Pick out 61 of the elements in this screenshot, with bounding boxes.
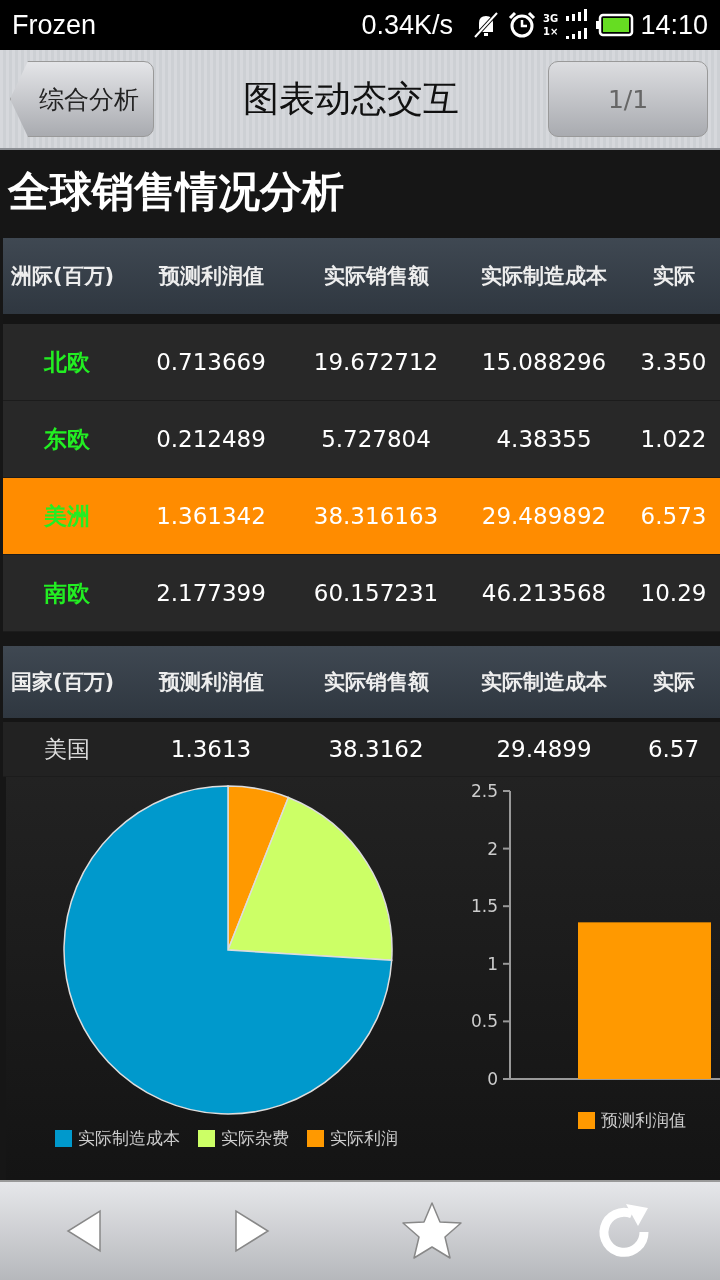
network-type: 3G <box>543 12 559 25</box>
star-icon <box>400 1200 464 1262</box>
column-header: 预测利润值 <box>157 669 265 696</box>
axis-tick-label: 0.5 <box>470 1011 498 1032</box>
column-header: 实际制造成本 <box>480 669 608 696</box>
column-header: 实际 <box>651 669 696 696</box>
axis-tick-label: 1 <box>487 953 498 974</box>
battery-icon <box>596 13 635 37</box>
axis-tick-label: 0 <box>487 1069 498 1089</box>
network-speed: 0.34K/s <box>361 9 454 41</box>
column-header: 洲际(百万) <box>10 263 116 290</box>
column-header: 预测利润值 <box>157 263 265 290</box>
table-cell-text: 19.672712 <box>312 349 440 375</box>
table-cell-text: 38.316163 <box>312 503 440 529</box>
legend-label: 实际杂费 <box>220 1127 289 1150</box>
table-cell-text: 美国 <box>43 734 91 764</box>
table-cell-text: 15.088296 <box>480 349 608 375</box>
table-cell-text: 6.573 <box>639 503 708 529</box>
column-header: 国家(百万) <box>10 669 116 696</box>
column-header: 实际销售额 <box>322 263 430 290</box>
table-cell-text: 1.361342 <box>155 503 267 529</box>
axis-tick-label: 2 <box>487 838 498 859</box>
toolbar-button[interactable] <box>400 1200 464 1262</box>
sim-label: 1× <box>543 25 559 38</box>
table-cell-text: 6.57 <box>646 736 701 762</box>
table-row[interactable]: 南欧 2.177399 60.157231 46.213568 10.29 <box>3 555 720 632</box>
section-heading: 全球销售情况分析 <box>7 166 345 218</box>
column-header: 实际制造成本 <box>480 263 608 290</box>
table-cell-text: 0.713669 <box>155 349 267 375</box>
axis-tick-label: 2.5 <box>470 781 498 801</box>
legend-label: 实际制造成本 <box>77 1127 180 1150</box>
legend-label: 实际利润 <box>329 1127 398 1150</box>
clock-time: 14:10 <box>640 9 708 41</box>
table-cell-text: 美洲 <box>43 501 91 531</box>
table-cell-text: 60.157231 <box>312 580 440 606</box>
table-cell-text: 北欧 <box>42 347 91 377</box>
table-cell-text: 5.727804 <box>320 426 432 452</box>
table-cell-text: 1.3613 <box>169 736 253 762</box>
page-title: 图表动态交互 <box>243 76 459 121</box>
table-cell-text: 29.4899 <box>495 736 593 762</box>
legend-label: 预测利润值 <box>601 1109 686 1132</box>
table-cell-text: 2.177399 <box>155 580 267 606</box>
column-header: 实际销售额 <box>322 669 430 696</box>
table-cell-text: 38.3162 <box>327 736 425 762</box>
axis-tick-label: 1.5 <box>470 896 498 917</box>
table-cell-text: 1.022 <box>639 426 708 452</box>
alarm-clock-icon <box>507 10 538 40</box>
back-button[interactable]: 综合分析 <box>10 61 154 137</box>
table-cell-text: 29.489892 <box>480 503 608 529</box>
table-cell-text: 46.213568 <box>480 580 608 606</box>
table-cell-text: 10.29 <box>639 580 708 606</box>
table-cell-text: 南欧 <box>43 578 91 608</box>
table-row[interactable]: 北欧 0.713669 19.672712 15.088296 3.350 <box>3 324 720 401</box>
table-cell-text: 3.350 <box>639 349 708 375</box>
table-row[interactable]: 美国 1.3613 38.3162 29.4899 6.57 <box>3 722 720 777</box>
column-header: 实际 <box>651 263 696 290</box>
table-row[interactable]: 东欧 0.212489 5.727804 4.38355 1.022 <box>3 401 720 478</box>
app-name: Frozen <box>12 9 97 41</box>
table-cell-text: 4.38355 <box>495 426 593 452</box>
table-cell-text: 0.212489 <box>155 426 267 452</box>
table-cell-text: 东欧 <box>43 424 91 454</box>
